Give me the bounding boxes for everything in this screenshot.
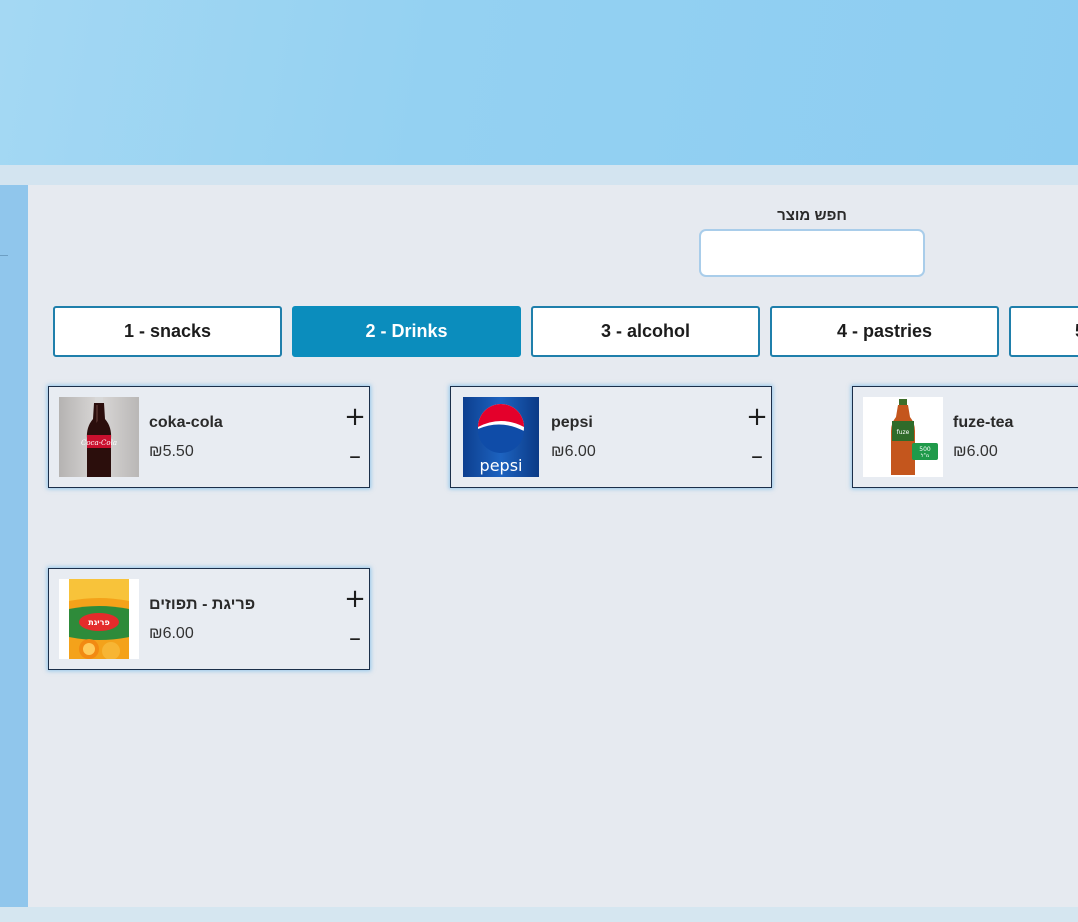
product-name: fuze-tea [953, 414, 1014, 431]
decrease-quantity-button[interactable]: – [343, 443, 367, 469]
category-tab-snacks[interactable]: 1 - snacks [53, 306, 282, 357]
product-price: ₪5.50 [149, 443, 194, 460]
svg-text:פריגת: פריגת [88, 618, 109, 627]
fuze-tea-bottle-icon: fuze 500 מ"ל [863, 397, 943, 477]
svg-text:fuze: fuze [897, 429, 910, 436]
left-sidebar [0, 185, 28, 907]
product-price: ₪6.00 [149, 625, 194, 642]
main-content-area [28, 185, 1078, 907]
product-card-coka-cola[interactable]: Coca-Cola coka-cola ₪5.50 + – [48, 386, 370, 488]
top-header-banner [0, 0, 1078, 165]
app-root: חפש מוצר 1 - snacks 2 - Drinks 3 - alcoh… [0, 0, 1078, 922]
product-name: coka-cola [149, 414, 223, 431]
product-price: ₪6.00 [551, 443, 596, 460]
product-price: ₪6.00 [953, 443, 998, 460]
search-input[interactable] [699, 229, 925, 277]
header-divider [0, 165, 1078, 185]
product-card-prigat-orange[interactable]: פריגת פריגת - תפוזים ₪6.00 + – [48, 568, 370, 670]
decrease-quantity-button[interactable]: – [745, 443, 769, 469]
product-name: pepsi [551, 414, 593, 431]
sidebar-divider [0, 255, 8, 256]
increase-quantity-button[interactable]: + [745, 404, 769, 430]
svg-text:מ"ל: מ"ל [921, 453, 930, 459]
footer-strip [0, 907, 1078, 922]
svg-text:500: 500 [919, 446, 931, 453]
svg-text:pepsi: pepsi [480, 456, 523, 475]
product-name: פריגת - תפוזים [149, 596, 256, 613]
increase-quantity-button[interactable]: + [343, 404, 367, 430]
product-card-fuze-tea[interactable]: fuze 500 מ"ל fuze-tea ₪6.00 + – [852, 386, 1078, 488]
pepsi-can-icon: pepsi [463, 397, 539, 477]
category-tab-5[interactable]: 5 [1009, 306, 1078, 357]
search-label: חפש מוצר [777, 207, 847, 224]
category-tab-alcohol[interactable]: 3 - alcohol [531, 306, 760, 357]
category-tab-drinks[interactable]: 2 - Drinks [292, 306, 521, 357]
product-card-pepsi[interactable]: pepsi pepsi ₪6.00 + – [450, 386, 772, 488]
svg-text:Coca-Cola: Coca-Cola [81, 439, 117, 447]
increase-quantity-button[interactable]: + [343, 586, 367, 612]
decrease-quantity-button[interactable]: – [343, 625, 367, 651]
category-tab-pastries[interactable]: 4 - pastries [770, 306, 999, 357]
prigat-orange-juice-icon: פריגת [59, 579, 139, 659]
coca-cola-bottle-icon: Coca-Cola [59, 397, 139, 477]
